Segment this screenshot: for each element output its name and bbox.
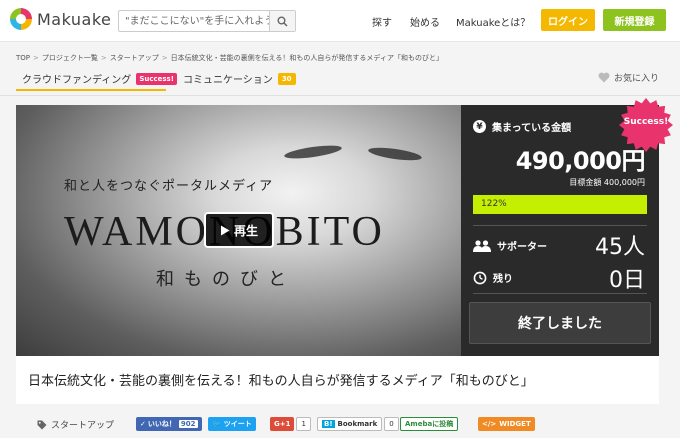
breadcrumb-top[interactable]: TOP (16, 54, 30, 62)
remaining-row: 残り (473, 270, 513, 285)
remaining-days: 0日 (609, 268, 645, 293)
code-icon: </> (482, 420, 497, 428)
register-button[interactable]: 新規登録 (603, 9, 666, 31)
raised-label-row: ¥ 集まっている金額 (473, 119, 571, 134)
panel-divider (473, 293, 647, 294)
site-header: Makuake 探す 始める Makuakeとは？ ログイン 新規登録 (0, 0, 680, 42)
breadcrumb-projects[interactable]: プロジェクト一覧 (42, 54, 98, 62)
nav-start[interactable]: 始める (410, 14, 440, 29)
bookmark-pill: B! Bookmark (317, 417, 383, 431)
gplus-button[interactable]: G+1 1 (270, 417, 311, 431)
tag-icon (37, 420, 47, 429)
tabs-divider (0, 95, 680, 96)
tweet-button[interactable]: 🐦 ツイート (208, 417, 256, 431)
video-face-detail (283, 143, 343, 161)
widget-pill: </> WIDGET (478, 417, 535, 431)
logo-text: Makuake (37, 9, 112, 29)
hatena-bookmark-button[interactable]: B! Bookmark 0 (317, 417, 399, 431)
play-label: 再生 (233, 223, 258, 238)
progress-percent: 122% (481, 199, 507, 209)
supporters-icon (473, 239, 491, 252)
tweet-label: ツイート (223, 420, 252, 428)
yen-icon: ¥ (473, 120, 486, 133)
breadcrumb-current: 日本伝統文化・芸能の裏側を伝える！和もの人自らが発信するメディア「和ものびと」 (170, 54, 443, 62)
supporters-row: サポーター (473, 238, 547, 253)
nav-about[interactable]: Makuakeとは？ (456, 14, 530, 29)
supporters-label: サポーター (497, 242, 547, 253)
search-button[interactable] (269, 11, 295, 31)
facebook-like-pill: ✓ いいね！ 902 (136, 417, 202, 431)
facebook-like-count: 902 (178, 420, 198, 428)
project-video[interactable]: 和と人をつなぐポータルメディア WAMONOBITO 和ものびと 再生 (16, 105, 461, 356)
tab-crowdfunding-label: クラウドファンディング (22, 75, 132, 86)
favorite-button[interactable]: お気に入り (598, 71, 659, 84)
bookmark-count: 0 (384, 417, 399, 431)
twitter-bird-icon: 🐦 (212, 420, 221, 428)
panel-divider (473, 225, 647, 226)
tab-crowdfunding[interactable]: クラウドファンディング Success! (22, 71, 177, 86)
search-icon (277, 16, 288, 27)
video-kana: 和ものびと (156, 269, 296, 290)
breadcrumb: TOP > プロジェクト一覧 > スタートアップ > 日本伝統文化・芸能の裏側を伝える！和も… (16, 54, 443, 62)
search-box (118, 10, 296, 32)
tweet-pill: 🐦 ツイート (208, 417, 256, 431)
facebook-like-button[interactable]: ✓ いいね！ 902 (136, 417, 202, 431)
logo-mark-icon (10, 8, 32, 30)
supporters-count: 45人 (595, 235, 645, 260)
search-input[interactable] (119, 11, 269, 31)
video-subtitle: 和と人をつなぐポータルメディア (64, 179, 274, 194)
ameba-post-button[interactable]: Amebaに投稿 (400, 417, 459, 431)
video-face-detail (367, 145, 423, 163)
success-burst-label: Success! (623, 117, 669, 127)
thumbs-up-icon: ✓ (140, 420, 146, 428)
clock-icon (473, 271, 487, 284)
makuake-logo[interactable]: Makuake (10, 8, 111, 30)
success-badge: Success! (136, 72, 177, 85)
favorite-label: お気に入り (614, 74, 660, 84)
category-tag[interactable]: スタートアップ (37, 418, 114, 431)
widget-label: WIDGET (499, 420, 531, 428)
active-tab-indicator (16, 89, 166, 91)
play-button[interactable]: 再生 (204, 212, 274, 248)
gplus-label: G+1 (270, 417, 295, 431)
breadcrumb-category[interactable]: スタートアップ (110, 54, 159, 62)
raised-label: 集まっている金額 (492, 123, 572, 134)
tab-communication-label: コミュニケーション (183, 75, 273, 86)
tab-communication[interactable]: コミュニケーション 30 (183, 71, 296, 86)
gplus-count: 1 (296, 417, 311, 431)
remaining-label: 残り (493, 274, 513, 285)
project-title: 日本伝統文化・芸能の裏側を伝える！和もの人自らが発信するメディア「和ものびと」 (28, 374, 534, 389)
target-amount: 目標金額 400,000円 (569, 178, 645, 187)
nav-explore[interactable]: 探す (372, 14, 392, 29)
facebook-like-label: いいね！ (147, 420, 176, 428)
play-icon (220, 225, 230, 235)
funding-progress-bar: 122% (473, 195, 647, 214)
widget-button[interactable]: </> WIDGET (478, 417, 535, 431)
category-tag-label: スタートアップ (51, 421, 115, 431)
bookmark-label: Bookmark (337, 420, 378, 428)
project-title-bar: 日本伝統文化・芸能の裏側を伝える！和もの人自らが発信するメディア「和ものびと」 (16, 356, 659, 404)
login-button[interactable]: ログイン (541, 9, 595, 31)
communication-count-badge: 30 (277, 72, 296, 85)
heart-icon (598, 72, 610, 83)
project-tabs: クラウドファンディング Success! コミュニケーション 30 (0, 66, 680, 91)
ameba-label: Amebaに投稿 (400, 417, 459, 431)
project-ended-button[interactable]: 終了しました (469, 302, 651, 344)
hatena-b-icon: B! (322, 420, 335, 428)
